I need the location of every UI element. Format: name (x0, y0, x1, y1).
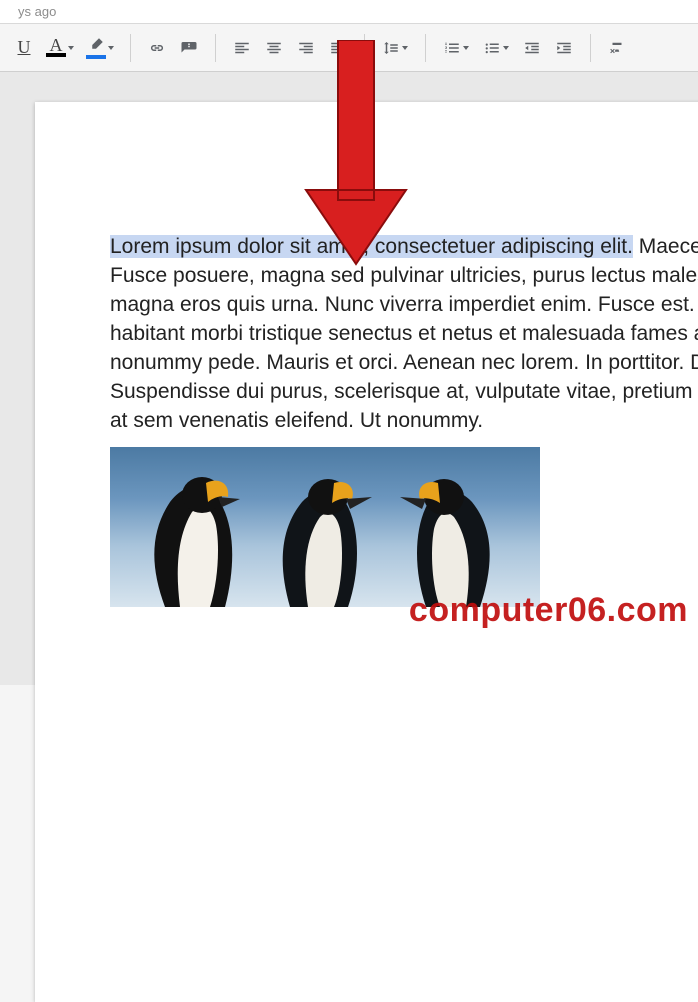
document-page[interactable]: Lorem ipsum dolor sit amet, consectetuer… (35, 102, 698, 1002)
add-comment-button[interactable] (173, 32, 205, 64)
align-group (220, 24, 360, 71)
body-text-fragment[interactable]: Suspendisse dui purus, scelerisque at, v… (110, 380, 698, 403)
chevron-down-icon (108, 46, 114, 50)
insert-link-button[interactable] (141, 32, 173, 64)
clear-group (595, 24, 639, 71)
selected-text[interactable]: Lorem ipsum dolor sit amet, consectetuer… (110, 235, 633, 258)
last-edit-info: ys ago (0, 0, 698, 24)
align-right-button[interactable] (290, 32, 322, 64)
numbered-list-icon (443, 39, 461, 57)
body-text-fragment[interactable]: magna eros quis urna. Nunc viverra imper… (110, 293, 698, 316)
align-center-icon (265, 39, 283, 57)
increase-indent-icon (555, 39, 573, 57)
link-icon (148, 39, 166, 57)
body-text-fragment[interactable]: Fusce posuere, magna sed pulvinar ultric… (110, 264, 698, 287)
document-image[interactable] (110, 447, 540, 607)
spacing-group (369, 24, 421, 71)
align-justify-icon (329, 39, 347, 57)
body-text-fragment[interactable]: Maecen (633, 235, 698, 258)
chevron-down-icon (68, 46, 74, 50)
bulleted-list-button[interactable] (476, 32, 516, 64)
chevron-down-icon (402, 46, 408, 50)
line-spacing-button[interactable] (375, 32, 415, 64)
toolbar-separator (590, 34, 591, 62)
align-left-icon (233, 39, 251, 57)
underline-button[interactable]: U (8, 32, 40, 64)
edit-info-text: ys ago (18, 4, 56, 19)
highlight-color-button[interactable] (80, 32, 120, 64)
align-justify-button[interactable] (322, 32, 354, 64)
decrease-indent-icon (523, 39, 541, 57)
body-text-fragment[interactable]: at sem venenatis eleifend. Ut nonummy. (110, 409, 483, 432)
align-left-button[interactable] (226, 32, 258, 64)
line-spacing-icon (382, 39, 400, 57)
highlight-swatch (86, 55, 106, 59)
underline-icon: U (18, 37, 31, 58)
text-color-swatch (46, 53, 66, 57)
text-color-icon: A (50, 38, 63, 52)
align-center-button[interactable] (258, 32, 290, 64)
list-group (430, 24, 586, 71)
highlighter-icon (87, 36, 105, 54)
formatting-toolbar: U A (0, 24, 698, 72)
align-right-icon (297, 39, 315, 57)
toolbar-separator (130, 34, 131, 62)
watermark-text: computer06.com (409, 591, 688, 630)
clear-formatting-icon (608, 39, 626, 57)
body-text-fragment[interactable]: habitant morbi tristique senectus et net… (110, 322, 698, 345)
text-style-group: U A (2, 24, 126, 71)
text-color-button[interactable]: A (40, 32, 80, 64)
toolbar-separator (364, 34, 365, 62)
comment-icon (180, 39, 198, 57)
toolbar-separator (425, 34, 426, 62)
numbered-list-button[interactable] (436, 32, 476, 64)
increase-indent-button[interactable] (548, 32, 580, 64)
bulleted-list-icon (483, 39, 501, 57)
body-text-fragment[interactable]: nonummy pede. Mauris et orci. Aenean nec… (110, 351, 698, 374)
document-body-text[interactable]: Lorem ipsum dolor sit amet, consectetuer… (110, 232, 698, 435)
clear-formatting-button[interactable] (601, 32, 633, 64)
penguins-illustration (110, 447, 540, 607)
decrease-indent-button[interactable] (516, 32, 548, 64)
insert-group (135, 24, 211, 71)
chevron-down-icon (503, 46, 509, 50)
toolbar-separator (215, 34, 216, 62)
chevron-down-icon (463, 46, 469, 50)
